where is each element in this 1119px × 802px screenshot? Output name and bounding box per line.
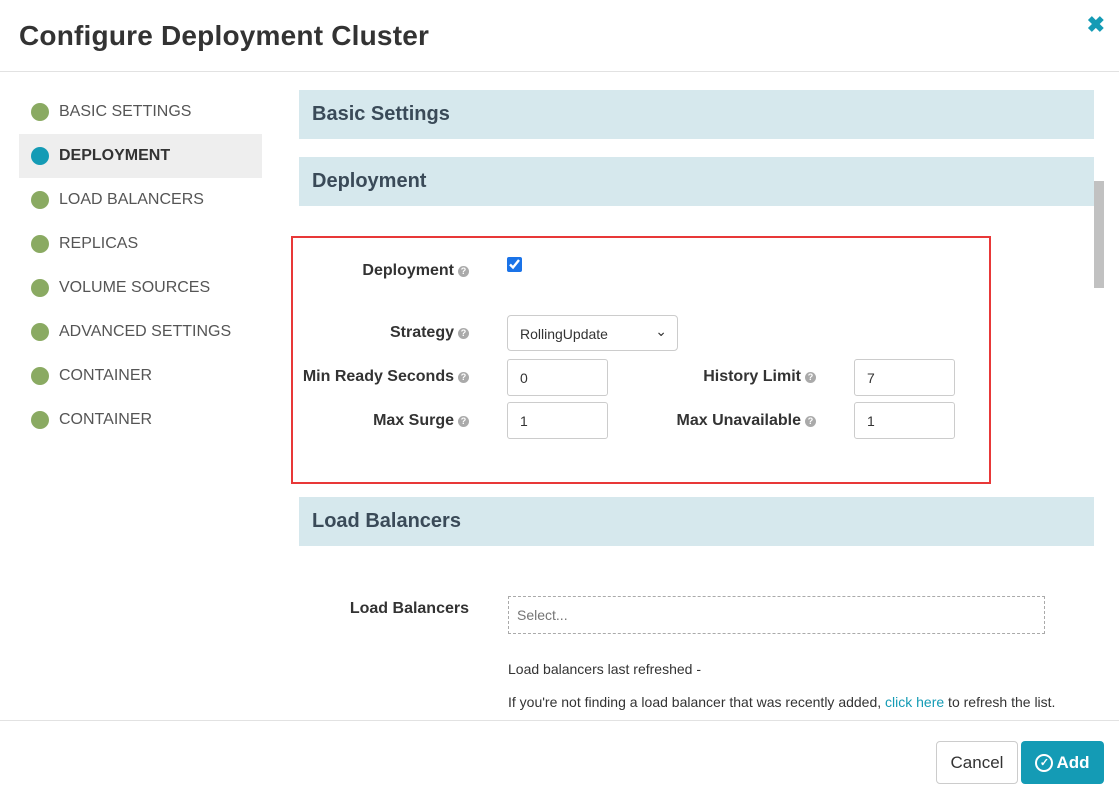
section-deployment[interactable]: Deployment bbox=[299, 157, 1094, 206]
add-button[interactable]: ✓ Add bbox=[1021, 741, 1104, 784]
sidebar-item-label: VOLUME SOURCES bbox=[59, 279, 211, 296]
sidebar-item-label: LOAD BALANCERS bbox=[59, 191, 204, 208]
sidebar-item-label: DEPLOYMENT bbox=[59, 147, 171, 164]
status-dot-icon bbox=[31, 279, 49, 297]
sidebar-item-load-balancers[interactable]: LOAD BALANCERS bbox=[19, 178, 262, 222]
load-balancers-select[interactable] bbox=[508, 596, 1045, 634]
refresh-link[interactable]: click here bbox=[885, 694, 944, 710]
status-dot-icon bbox=[31, 103, 49, 121]
load-balancers-label: Load Balancers bbox=[349, 600, 469, 617]
check-circle-icon: ✓ bbox=[1035, 753, 1054, 772]
scrollbar-thumb[interactable] bbox=[1094, 181, 1104, 288]
highlight-box bbox=[291, 236, 991, 484]
status-dot-icon bbox=[31, 367, 49, 385]
last-refreshed-text: Load balancers last refreshed - bbox=[508, 661, 701, 677]
sidebar-item-label: CONTAINER bbox=[59, 367, 153, 384]
sidebar-item-deployment[interactable]: DEPLOYMENT bbox=[19, 134, 262, 178]
add-label: Add bbox=[1056, 752, 1090, 772]
sidebar-item-container[interactable]: CONTAINER bbox=[19, 354, 262, 398]
status-dot-icon bbox=[31, 323, 49, 341]
sidebar-item-label: BASIC SETTINGS bbox=[59, 103, 192, 120]
sidebar-item-volume-sources[interactable]: VOLUME SOURCES bbox=[19, 266, 262, 310]
status-dot-icon bbox=[31, 411, 49, 429]
refresh-hint: If you're not finding a load balancer th… bbox=[508, 694, 1055, 710]
refresh-hint-text: If you're not finding a load balancer th… bbox=[508, 694, 886, 710]
close-icon[interactable]: ✖ bbox=[1087, 12, 1105, 38]
dialog-title: Configure Deployment Cluster bbox=[19, 20, 430, 51]
section-load-balancers[interactable]: Load Balancers bbox=[299, 497, 1094, 546]
sidebar-item-container[interactable]: CONTAINER bbox=[19, 398, 262, 442]
sidebar-item-label: CONTAINER bbox=[59, 411, 153, 428]
sidebar-item-label: REPLICAS bbox=[59, 235, 139, 252]
sidebar-item-label: ADVANCED SETTINGS bbox=[59, 323, 232, 340]
sidebar-item-basic-settings[interactable]: BASIC SETTINGS bbox=[19, 90, 262, 134]
dialog-footer: Cancel ✓ Add bbox=[0, 720, 1119, 802]
sidebar-nav: BASIC SETTINGS DEPLOYMENT LOAD BALANCERS RE… bbox=[19, 90, 262, 442]
sidebar-item-replicas[interactable]: REPLICAS bbox=[19, 222, 262, 266]
dialog-header: Configure Deployment Cluster ✖ bbox=[0, 0, 1119, 72]
sidebar-item-advanced-settings[interactable]: ADVANCED SETTINGS bbox=[19, 310, 262, 354]
refresh-hint-suffix: to refresh the list. bbox=[944, 694, 1056, 710]
status-dot-icon bbox=[31, 191, 49, 209]
status-dot-icon bbox=[31, 147, 49, 165]
status-dot-icon bbox=[31, 235, 49, 253]
section-basic-settings[interactable]: Basic Settings bbox=[299, 90, 1094, 139]
cancel-button[interactable]: Cancel bbox=[936, 741, 1018, 784]
